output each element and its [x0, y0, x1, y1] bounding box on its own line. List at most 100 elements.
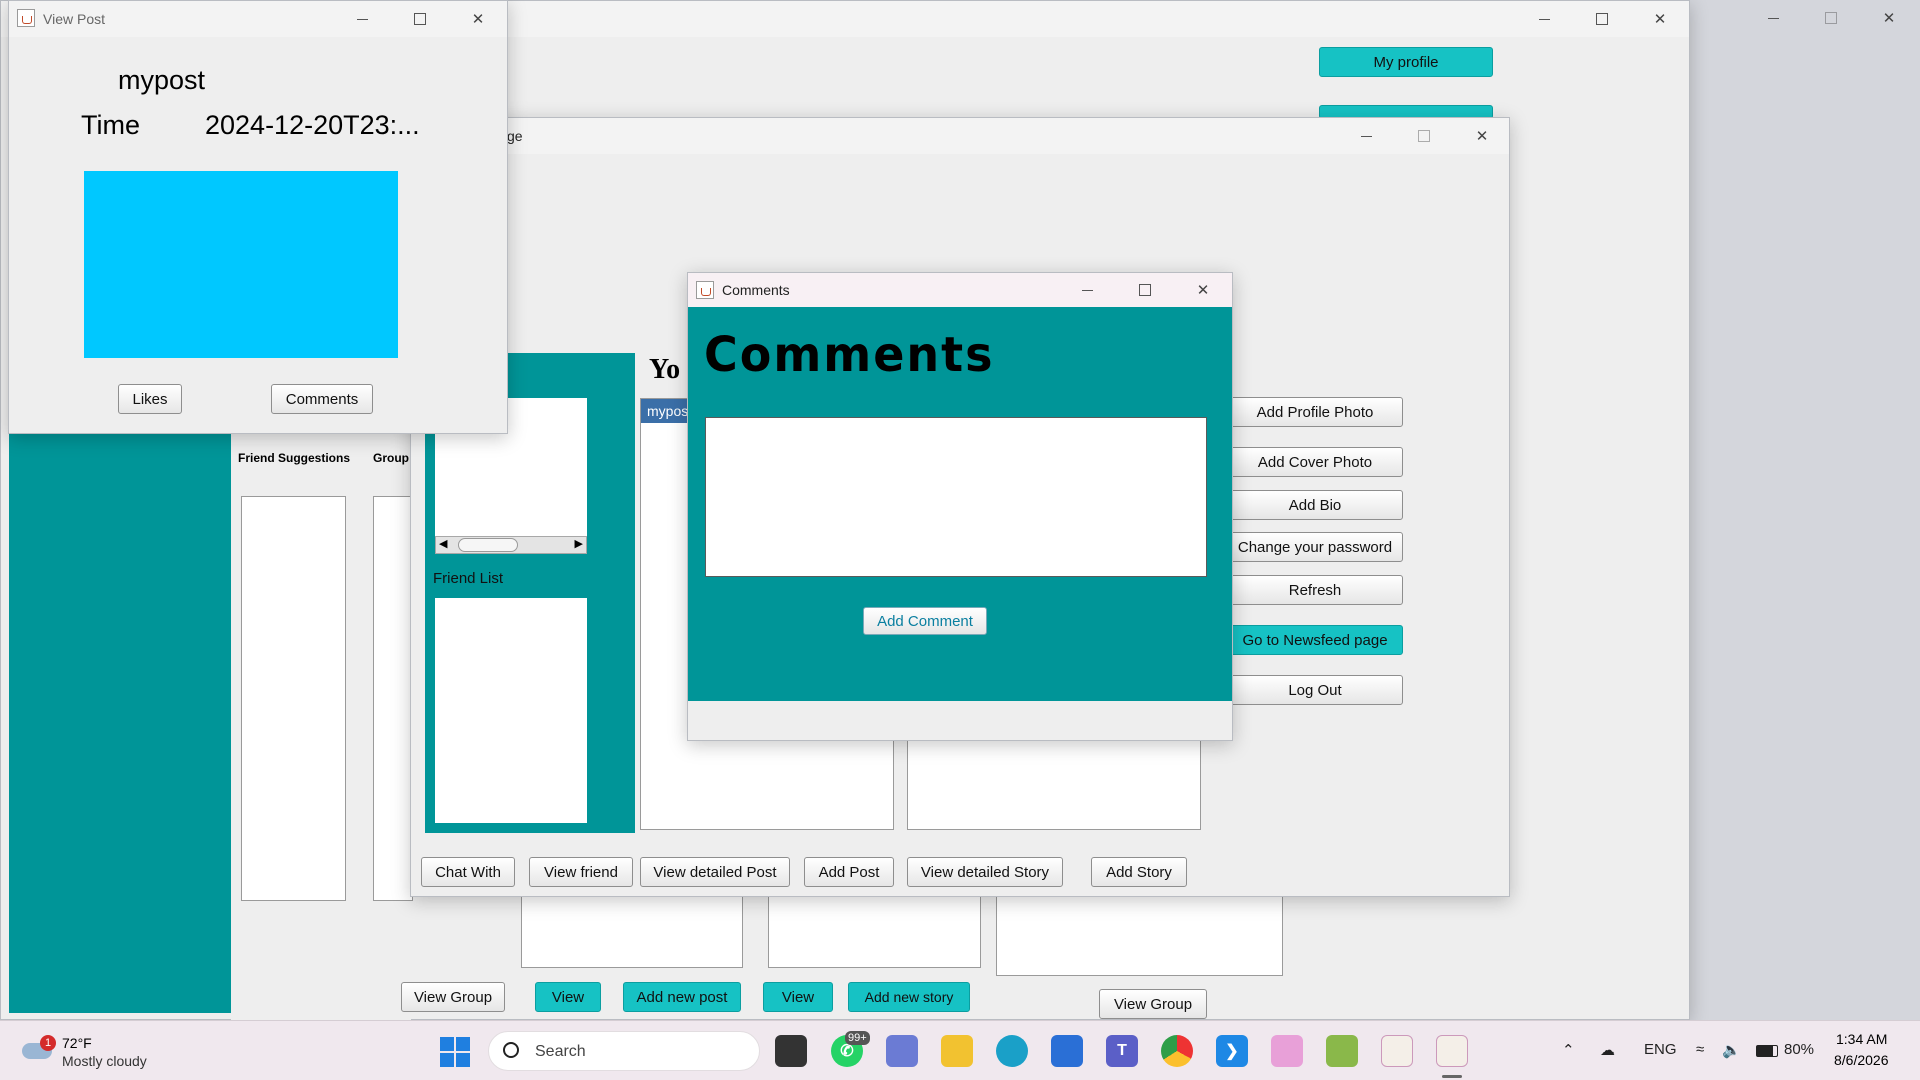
weather-widget[interactable]: 1 72°F Mostly cloudy [18, 1029, 168, 1073]
maximize-icon[interactable] [1573, 1, 1631, 37]
java-app-icon[interactable] [1381, 1035, 1413, 1067]
wifi-icon[interactable]: ≈ [1696, 1041, 1704, 1058]
close-icon[interactable] [1453, 118, 1511, 154]
view-post-titlebar: View Post [9, 1, 507, 37]
scroll-right-icon[interactable]: ▶ [575, 537, 583, 550]
windows-logo-icon [440, 1037, 454, 1051]
clock-time[interactable]: 1:34 AM [1836, 1031, 1887, 1047]
java-app-active-icon[interactable] [1436, 1035, 1468, 1067]
feed-box-3 [996, 896, 1283, 976]
search-icon [503, 1042, 519, 1058]
comments-text-area[interactable] [705, 417, 1207, 577]
minimize-icon[interactable] [1515, 1, 1573, 37]
vscode-icon[interactable]: ❯ [1216, 1035, 1248, 1067]
view-button-1[interactable]: View [535, 982, 601, 1012]
comments-dialog: Comments Comments Add Comment [687, 272, 1233, 741]
search-placeholder: Search [535, 1043, 586, 1060]
view-detailed-story-button[interactable]: View detailed Story [907, 857, 1063, 887]
weather-alert-badge: 1 [40, 1035, 56, 1051]
friend-suggestions-label: Friend Suggestions [238, 451, 351, 465]
view-friend-button[interactable]: View friend [529, 857, 633, 887]
weather-desc: Mostly cloudy [62, 1053, 147, 1069]
add-comment-button[interactable]: Add Comment [863, 607, 987, 635]
gemini-app-icon[interactable] [1271, 1035, 1303, 1067]
comments-button[interactable]: Comments [271, 384, 373, 414]
close-icon[interactable] [1860, 0, 1918, 36]
onedrive-icon[interactable]: ☁ [1600, 1041, 1615, 1059]
comments-heading: Comments [704, 325, 995, 383]
profile-heading: Yo [649, 354, 681, 385]
post-list-item[interactable]: mypost [641, 399, 693, 423]
view-post-title: View Post [43, 11, 105, 27]
edge-icon[interactable] [996, 1035, 1028, 1067]
task-view-icon[interactable] [775, 1035, 807, 1067]
view-group-button[interactable]: View Group [401, 982, 505, 1012]
friend-suggestions-list[interactable] [241, 496, 346, 901]
friend-list-label: Friend List [433, 570, 504, 587]
view-post-window: View Post mypost Time 2024-12-20T23:... … [8, 0, 508, 434]
active-app-indicator [1442, 1075, 1462, 1078]
comments-titlebar: Comments [688, 273, 1232, 307]
add-post-button[interactable]: Add Post [804, 857, 894, 887]
java-icon [696, 281, 714, 299]
chat-with-button[interactable]: Chat With [421, 857, 515, 887]
clock-date[interactable]: 8/6/2026 [1834, 1052, 1889, 1068]
start-button[interactable] [440, 1037, 470, 1067]
whatsapp-badge: 99+ [845, 1031, 870, 1045]
refresh-button[interactable]: Refresh [1227, 575, 1403, 605]
minimize-icon[interactable] [333, 1, 391, 37]
maximize-icon[interactable] [1116, 273, 1174, 307]
post-name: mypost [118, 65, 206, 95]
teams-icon[interactable]: T [1106, 1035, 1138, 1067]
group-list[interactable] [373, 496, 413, 901]
go-to-newsfeed-button[interactable]: Go to Newsfeed page [1227, 625, 1403, 655]
change-password-button[interactable]: Change your password [1227, 532, 1403, 562]
close-icon[interactable] [1631, 1, 1689, 37]
chevron-up-icon[interactable]: ⌃ [1562, 1041, 1575, 1059]
close-icon[interactable] [1174, 273, 1232, 307]
comments-dialog-title: Comments [722, 282, 790, 298]
my-profile-button[interactable]: My profile [1319, 47, 1493, 77]
log-out-button[interactable]: Log Out [1227, 675, 1403, 705]
close-icon[interactable] [449, 1, 507, 37]
time-value: 2024-12-20T23:... [205, 110, 420, 140]
friend-list[interactable] [435, 598, 587, 823]
view-group-button-right[interactable]: View Group [1099, 989, 1207, 1019]
language-indicator[interactable]: ENG [1644, 1041, 1677, 1058]
battery-icon[interactable] [1756, 1045, 1778, 1057]
profile-window-title: ge [507, 128, 523, 144]
time-label: Time [81, 110, 140, 140]
maximize-icon[interactable] [1395, 118, 1453, 154]
scroll-left-icon[interactable]: ◀ [439, 537, 447, 550]
weather-temp: 72°F [62, 1035, 92, 1051]
add-new-post-button[interactable]: Add new post [623, 982, 741, 1012]
minimize-icon[interactable] [1744, 0, 1802, 36]
java-icon [17, 9, 35, 27]
maximize-icon[interactable] [391, 1, 449, 37]
add-story-button[interactable]: Add Story [1091, 857, 1187, 887]
feed-box-1 [521, 896, 743, 968]
minimize-icon[interactable] [1337, 118, 1395, 154]
search-box[interactable]: Search [488, 1031, 760, 1071]
chrome-icon[interactable] [1161, 1035, 1193, 1067]
minimize-icon[interactable] [1058, 273, 1116, 307]
add-new-story-button[interactable]: Add new story [848, 982, 970, 1012]
profile-window-titlebar: ge [411, 118, 1509, 154]
add-bio-button[interactable]: Add Bio [1227, 490, 1403, 520]
view-detailed-post-button[interactable]: View detailed Post [640, 857, 790, 887]
group-label: Group [373, 451, 409, 465]
file-explorer-icon[interactable] [941, 1035, 973, 1067]
store-icon[interactable] [1051, 1035, 1083, 1067]
newsfeed-side-panel [9, 361, 231, 1013]
add-cover-photo-button[interactable]: Add Cover Photo [1227, 447, 1403, 477]
volume-icon[interactable]: 🔈 [1722, 1041, 1741, 1059]
likes-button[interactable]: Likes [118, 384, 182, 414]
scroll-thumb[interactable] [458, 538, 518, 552]
maximize-icon[interactable] [1802, 0, 1860, 36]
app-cube-icon[interactable] [1326, 1035, 1358, 1067]
teams-work-icon[interactable] [886, 1035, 918, 1067]
feed-box-2 [768, 896, 981, 968]
view-button-2[interactable]: View [763, 982, 833, 1012]
horizontal-scrollbar[interactable]: ◀ ▶ [435, 536, 587, 554]
add-profile-photo-button[interactable]: Add Profile Photo [1227, 397, 1403, 427]
